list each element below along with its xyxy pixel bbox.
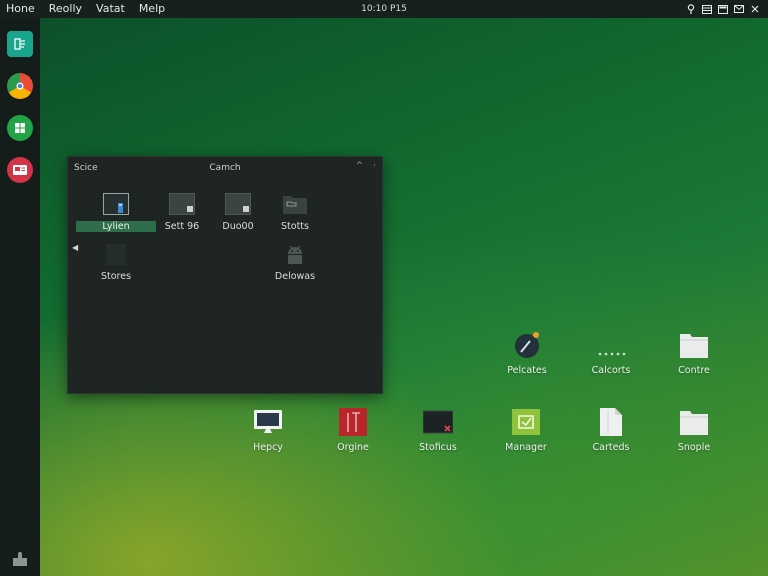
paint-icon bbox=[512, 331, 542, 359]
desktop-icon-label: Orgine bbox=[337, 442, 369, 453]
desktop-icon-label: Stoficus bbox=[419, 442, 457, 453]
window-icon[interactable] bbox=[718, 4, 728, 14]
file-item-delowas[interactable]: Delowas bbox=[255, 243, 335, 282]
dock bbox=[0, 18, 40, 576]
android-icon bbox=[282, 243, 308, 265]
editor-icon bbox=[14, 38, 25, 50]
file-manager-window: Scice Camch ^ · ◀ Lylien Sett 96 Duo00 S… bbox=[67, 156, 383, 394]
system-tray bbox=[686, 0, 760, 18]
desktop-icon-label: Carteds bbox=[592, 442, 630, 453]
folder-icon bbox=[679, 331, 709, 359]
dock-item-apps[interactable] bbox=[7, 115, 33, 141]
bin-icon bbox=[103, 243, 129, 265]
browser-icon bbox=[16, 82, 24, 90]
dock-item-media[interactable] bbox=[7, 157, 33, 183]
desktop-icon-calcorts[interactable]: Calcorts bbox=[571, 331, 651, 376]
file-label: Stores bbox=[100, 271, 132, 282]
desktop-icon-label: Pelcates bbox=[507, 365, 547, 376]
file-grid: ◀ Lylien Sett 96 Duo00 Stotts Stores Del… bbox=[68, 179, 382, 395]
desktop-icon-label: Hepcy bbox=[253, 442, 283, 453]
file-item-stores[interactable]: Stores bbox=[76, 243, 156, 282]
close-icon[interactable] bbox=[750, 4, 760, 14]
dots-icon bbox=[596, 331, 626, 359]
menu-hone[interactable]: Hone bbox=[0, 0, 42, 18]
top-menu-bar: Hone Reolly Vatat Melp 10:10 P15 bbox=[0, 0, 768, 18]
media-icon bbox=[13, 165, 27, 175]
desktop-icon-label: Contre bbox=[678, 365, 710, 376]
folder-icon bbox=[679, 408, 709, 436]
windows-icon bbox=[15, 123, 25, 133]
desktop-icon-pelcates[interactable]: Pelcates bbox=[487, 331, 567, 376]
screen-folder-icon bbox=[169, 193, 195, 215]
desktop-icon-contre[interactable]: Contre bbox=[654, 331, 734, 376]
file-label: Stotts bbox=[281, 221, 309, 232]
puzzle-icon[interactable] bbox=[10, 550, 30, 570]
desktop-icon-hepcy[interactable]: Hepcy bbox=[228, 408, 308, 453]
file-item-stotts[interactable]: Stotts bbox=[255, 193, 335, 232]
grid-icon[interactable] bbox=[702, 4, 712, 14]
minimize-button[interactable]: ^ bbox=[356, 161, 364, 171]
desktop-icon-stoficus[interactable]: Stoficus bbox=[398, 408, 478, 453]
desktop-icon-label: Manager bbox=[505, 442, 547, 453]
dock-item-browser[interactable] bbox=[7, 73, 33, 99]
terminal-icon bbox=[422, 408, 454, 436]
monitor-icon bbox=[253, 408, 283, 436]
desktop-icon-snople[interactable]: Snople bbox=[654, 408, 734, 453]
desktop-icon-orgine[interactable]: Orgine bbox=[313, 408, 393, 453]
mail-icon[interactable] bbox=[734, 4, 744, 14]
dock-item-editor[interactable] bbox=[7, 31, 33, 57]
menu-vatat[interactable]: Vatat bbox=[89, 0, 132, 18]
desktop-icon-label: Calcorts bbox=[591, 365, 631, 376]
menu-melp[interactable]: Melp bbox=[132, 0, 172, 18]
desktop-icon-carteds[interactable]: Carteds bbox=[571, 408, 651, 453]
file-label: Delowas bbox=[274, 271, 316, 282]
folder-icon bbox=[282, 193, 308, 215]
desktop-icon-manager[interactable]: Manager bbox=[486, 408, 566, 453]
close-button[interactable]: · bbox=[373, 161, 376, 171]
location-icon[interactable] bbox=[686, 4, 696, 14]
window-titlebar[interactable]: Scice Camch ^ · bbox=[68, 157, 382, 179]
red-book-icon bbox=[338, 408, 368, 436]
menu-reolly[interactable]: Reolly bbox=[42, 0, 89, 18]
document-icon bbox=[596, 408, 626, 436]
screen-folder-icon bbox=[225, 193, 251, 215]
manager-icon bbox=[511, 408, 541, 436]
device-icon bbox=[103, 193, 129, 215]
window-title: Camch bbox=[209, 163, 241, 173]
desktop-icon-label: Snople bbox=[677, 442, 711, 453]
